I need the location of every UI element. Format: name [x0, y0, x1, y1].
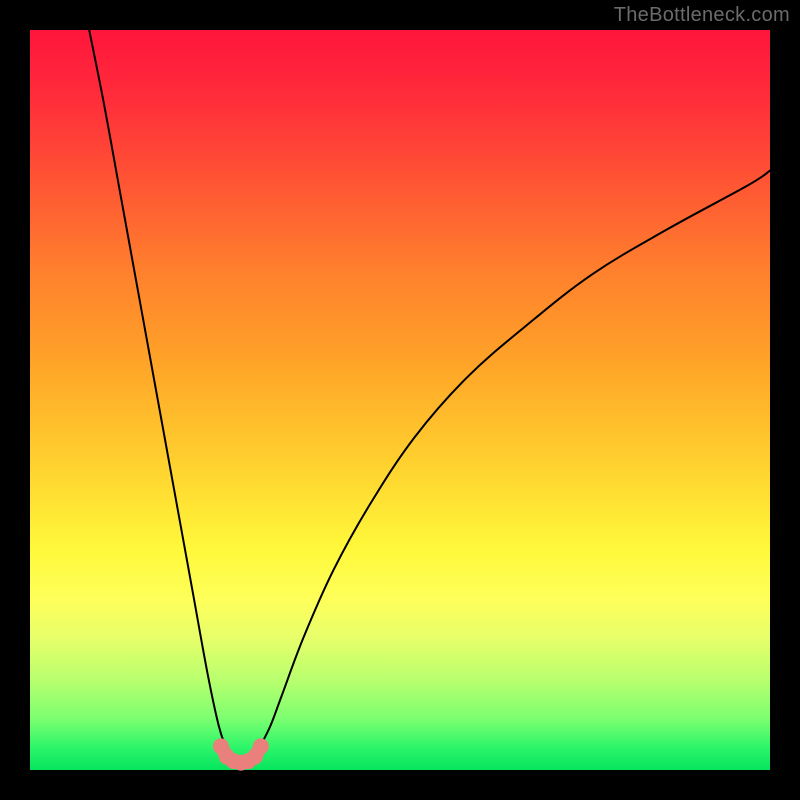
- chart-frame: TheBottleneck.com: [0, 0, 800, 800]
- plot-area: [30, 30, 770, 770]
- right-branch-line: [259, 171, 770, 748]
- curve-layer: [30, 30, 770, 770]
- left-branch-line: [89, 30, 226, 748]
- valley-marker-dot: [253, 738, 269, 754]
- watermark-text: TheBottleneck.com: [614, 4, 790, 27]
